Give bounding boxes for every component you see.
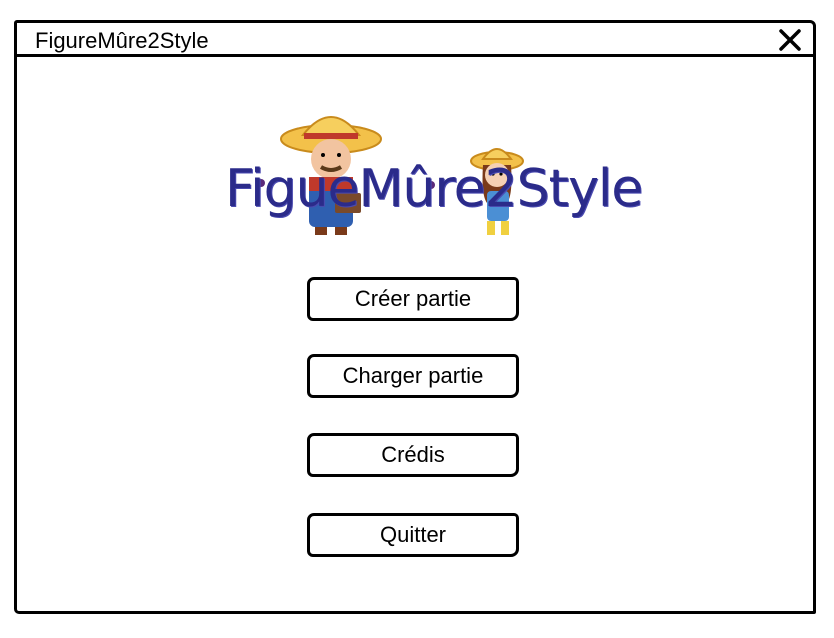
logo-text: FigueMûre2Style bbox=[225, 159, 643, 219]
load-game-button[interactable]: Charger partie bbox=[307, 354, 519, 398]
create-game-button[interactable]: Créer partie bbox=[307, 277, 519, 321]
credits-button[interactable]: Crédis bbox=[307, 433, 519, 477]
window-title: FigureMûre2Style bbox=[35, 28, 209, 53]
app-window: FigureMûre2Style FigueMûre2Style Créer p… bbox=[14, 20, 816, 614]
game-logo: FigueMûre2Style bbox=[221, 99, 673, 239]
close-icon[interactable] bbox=[777, 27, 803, 53]
title-bar: FigureMûre2Style bbox=[17, 23, 813, 57]
quit-button[interactable]: Quitter bbox=[307, 513, 519, 557]
